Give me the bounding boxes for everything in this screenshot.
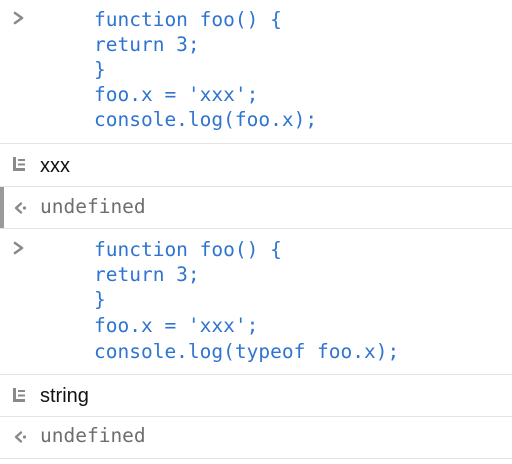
console-result-entry[interactable]: undefined: [0, 417, 512, 457]
result-value-text: undefined: [40, 424, 146, 447]
entry-divider: [0, 458, 512, 459]
code-line: console.log(typeof foo.x);: [94, 340, 400, 363]
log-entry-icon: [13, 388, 25, 402]
return-arrow-icon: [14, 202, 27, 214]
code-line: return 3;: [94, 263, 200, 286]
code-line: console.log(foo.x);: [94, 108, 318, 131]
code-line: function foo() {: [94, 8, 282, 31]
code-line: function foo() {: [94, 238, 282, 261]
code-line: foo.x = 'xxx';: [94, 314, 259, 337]
log-output-text: string: [40, 385, 89, 407]
chevron-right-icon: [13, 241, 24, 255]
result-indicator-bar: [0, 187, 4, 228]
console-log-entry[interactable]: string: [0, 375, 512, 417]
console-input-entry[interactable]: function foo() { return 3; } foo.x = 'xx…: [0, 0, 512, 142]
return-arrow-icon: [14, 431, 27, 443]
log-output-text: xxx: [40, 155, 70, 177]
code-line: foo.x = 'xxx';: [94, 83, 259, 106]
code-line: }: [94, 58, 106, 81]
console-input-entry[interactable]: function foo() { return 3; } foo.x = 'xx…: [0, 229, 512, 373]
result-value-text: undefined: [40, 195, 146, 218]
console-panel: function foo() { return 3; } foo.x = 'xx…: [0, 0, 512, 464]
code-line: }: [94, 288, 106, 311]
code-line: return 3;: [94, 33, 200, 56]
console-log-entry[interactable]: xxx: [0, 144, 512, 186]
chevron-right-icon: [13, 11, 24, 25]
log-entry-icon: [13, 157, 25, 171]
console-result-entry[interactable]: undefined: [0, 187, 512, 228]
